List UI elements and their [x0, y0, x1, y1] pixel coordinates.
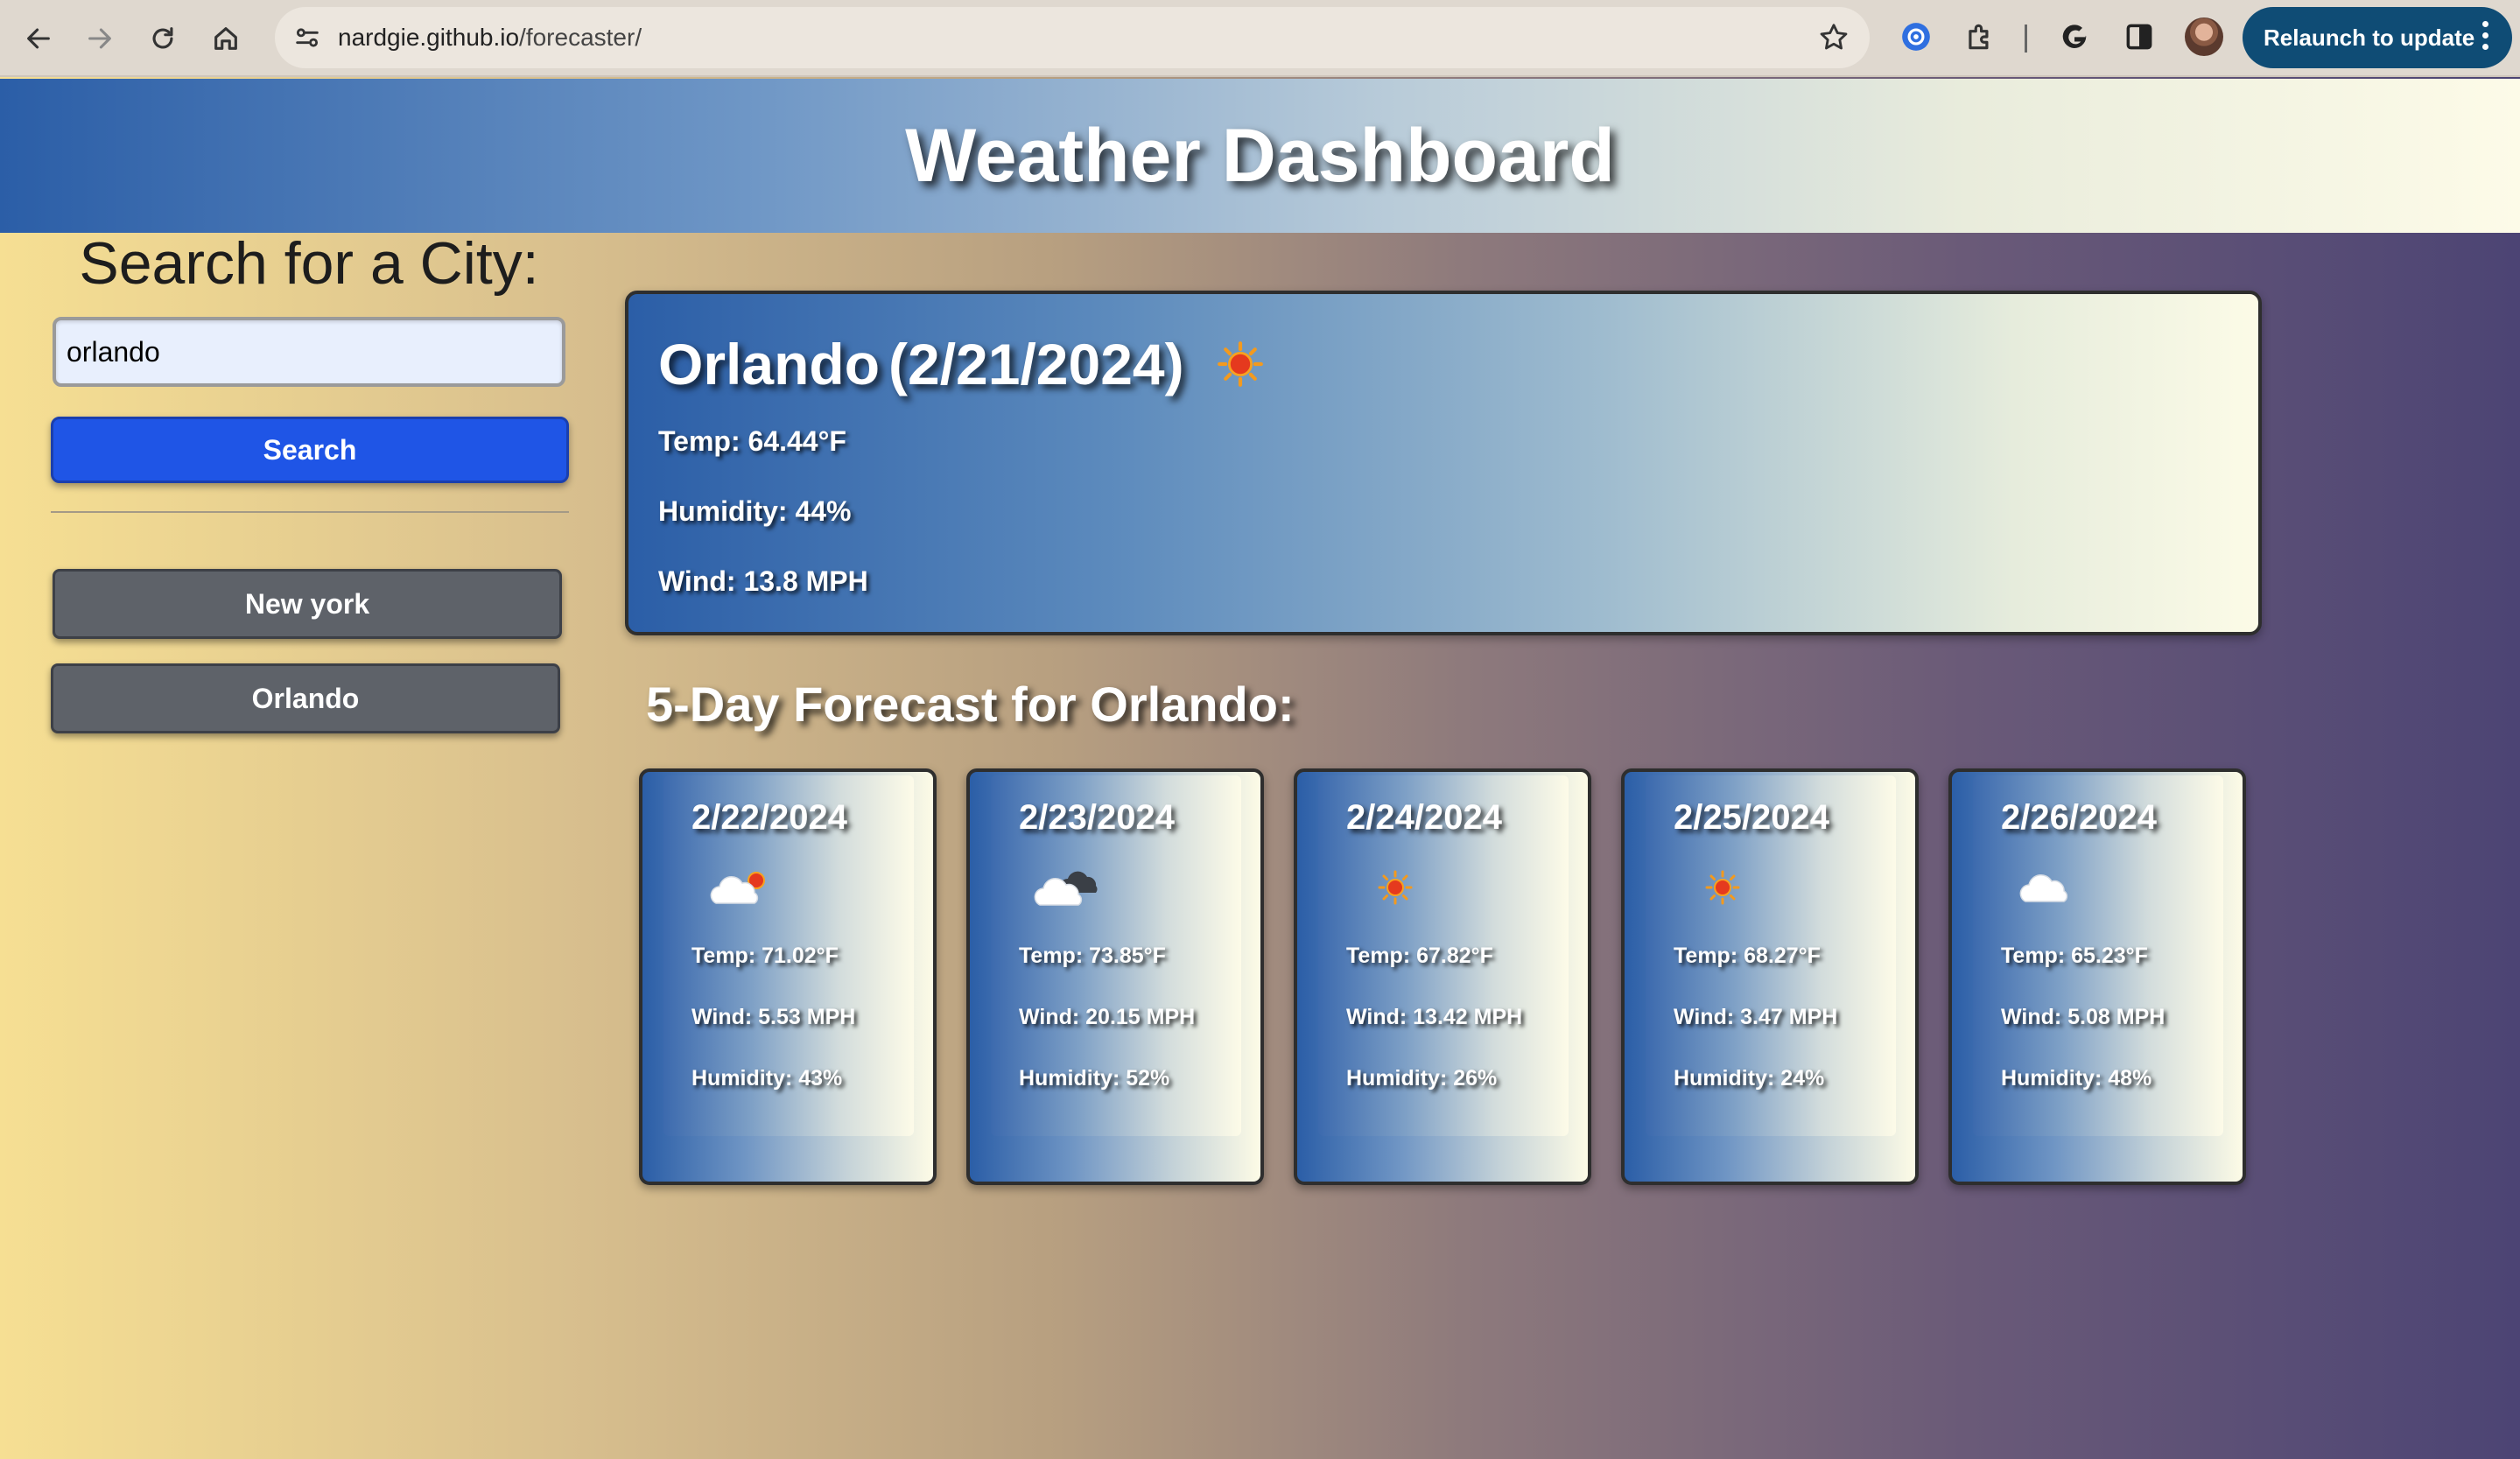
current-wind: Wind: 13.8 MPH [658, 565, 868, 597]
sun-icon [1217, 341, 1263, 387]
history-button-orlando[interactable]: Orlando [51, 663, 560, 733]
url-text: nardgie.github.io/forecaster/ [338, 7, 642, 68]
forecast-date: 2/23/2024 [1019, 798, 1175, 837]
url-host: nardgie.github.io [338, 24, 520, 51]
forecast-wind: Wind: 3.47 MPH [1674, 1005, 1838, 1029]
sidepanel-icon[interactable] [2122, 19, 2157, 54]
browser-toolbar: nardgie.github.io/forecaster/ Relaunch t… [0, 0, 2520, 77]
forecast-temp: Temp: 73.85°F [1019, 943, 1166, 968]
forecast-card: 2/22/2024 Temp: 71.02°F Wind: 5.53 MPH H… [639, 768, 937, 1185]
current-humidity: Humidity: 44% [658, 495, 852, 527]
forecast-humidity: Humidity: 43% [691, 1066, 843, 1091]
forecast-card: 2/23/2024 Temp: 73.85°F Wind: 20.15 MPH … [966, 768, 1264, 1185]
puzzle-icon[interactable] [1962, 19, 1997, 54]
site-settings-icon[interactable] [292, 23, 322, 53]
relaunch-button[interactable]: Relaunch to update [2243, 7, 2512, 68]
bookmark-star-icon[interactable] [1817, 21, 1850, 54]
current-heading: Orlando (2/21/2024) [658, 331, 1265, 397]
forecast-wind: Wind: 5.53 MPH [691, 1005, 856, 1029]
current-temp: Temp: 64.44°F [658, 425, 846, 457]
current-weather-card: Orlando (2/21/2024) Temp: 64.44°F Humidi… [625, 291, 2262, 635]
address-bar[interactable]: nardgie.github.io/forecaster/ [275, 7, 1870, 68]
forecast-date: 2/22/2024 [691, 798, 847, 837]
forecast-card: 2/24/2024 Temp: 67.82°F Wind: 13.42 MPH … [1294, 768, 1591, 1185]
forecast-wind: Wind: 13.42 MPH [1346, 1005, 1523, 1029]
city-search-input[interactable] [53, 317, 565, 387]
forecast-card: 2/26/2024 Temp: 65.23°F Wind: 5.08 MPH H… [1948, 768, 2246, 1185]
site-header: Weather Dashboard [0, 79, 2520, 233]
sun-icon [1378, 870, 1413, 905]
forecast-temp: Temp: 68.27°F [1674, 943, 1821, 968]
forecast-date: 2/25/2024 [1674, 798, 1829, 837]
forecast-date: 2/24/2024 [1346, 798, 1502, 837]
home-icon[interactable] [205, 18, 247, 60]
forecast-temp: Temp: 71.02°F [691, 943, 839, 968]
forecast-heading: 5-Day Forecast for Orlando: [646, 677, 1295, 732]
forecast-temp: Temp: 65.23°F [2001, 943, 2148, 968]
extension-icon[interactable] [1899, 19, 1934, 54]
forecast-humidity: Humidity: 24% [1674, 1066, 1825, 1091]
forecast-wind: Wind: 5.08 MPH [2001, 1005, 2166, 1029]
forecast-card: 2/25/2024 Temp: 68.27°F Wind: 3.47 MPH H… [1621, 768, 1919, 1185]
partly-cloudy-icon [710, 872, 765, 904]
forecast-humidity: Humidity: 48% [2001, 1066, 2152, 1091]
menu-dots-icon[interactable] [2482, 21, 2489, 55]
history-button-new-york[interactable]: New york [53, 569, 562, 639]
sidebar-divider [51, 511, 569, 513]
search-heading: Search for a City: [79, 230, 539, 297]
toolbar-separator [2025, 25, 2027, 53]
page-title: Weather Dashboard [905, 113, 1615, 198]
search-button[interactable]: Search [51, 417, 569, 483]
forecast-wind: Wind: 20.15 MPH [1019, 1005, 1196, 1029]
relaunch-label: Relaunch to update [2264, 24, 2475, 51]
forecast-humidity: Humidity: 26% [1346, 1066, 1498, 1091]
sun-icon [1705, 870, 1740, 905]
forward-icon[interactable] [79, 18, 121, 60]
back-icon[interactable] [18, 18, 60, 60]
google-icon[interactable] [2057, 19, 2092, 54]
cloud-icon [2019, 874, 2068, 902]
forecast-temp: Temp: 67.82°F [1346, 943, 1493, 968]
profile-avatar[interactable] [2185, 18, 2223, 56]
forecast-humidity: Humidity: 52% [1019, 1066, 1170, 1091]
reload-icon[interactable] [142, 18, 184, 60]
broken-clouds-icon [1034, 871, 1098, 906]
forecast-date: 2/26/2024 [2001, 798, 2157, 837]
url-path: /forecaster/ [519, 24, 642, 51]
current-date: (2/21/2024) [888, 332, 1184, 396]
current-city: Orlando [658, 332, 881, 396]
